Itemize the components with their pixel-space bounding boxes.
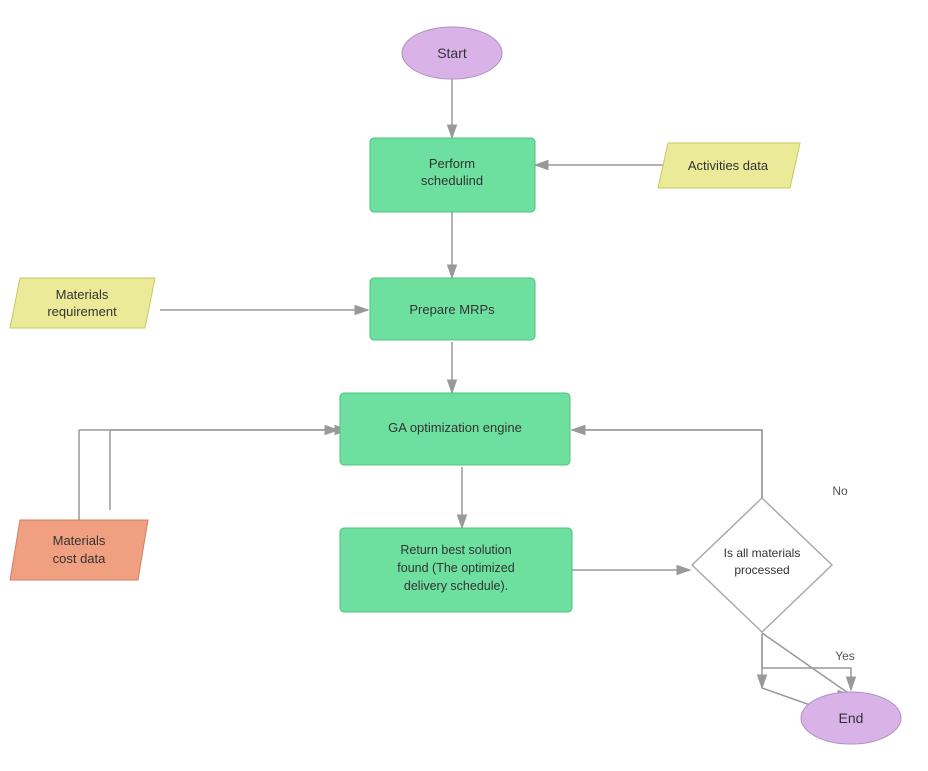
return-best-label1: Return best solution [400, 543, 511, 557]
materials-cost-label1: Materials [53, 533, 106, 548]
materials-req-label1: Materials [56, 287, 109, 302]
perform-scheduling-label2: schedulind [421, 173, 483, 188]
flowchart-diagram: Start Perform schedulind Activities data… [0, 0, 928, 771]
return-best-label2: found (The optimized [397, 561, 514, 575]
yes-label: Yes [835, 649, 855, 663]
materials-cost-label2: cost data [53, 551, 107, 566]
ga-engine-label: GA optimization engine [388, 420, 522, 435]
materials-req-label2: requirement [47, 304, 117, 319]
yes-arrow-to-end [762, 668, 851, 690]
no-label: No [832, 484, 848, 498]
activities-data-label: Activities data [688, 158, 769, 173]
diamond-label2: processed [734, 563, 789, 577]
materials-req-node [10, 278, 155, 328]
end-label: End [839, 710, 864, 726]
perform-scheduling-label: Perform [429, 156, 475, 171]
diamond-label1: Is all materials [724, 546, 801, 560]
prepare-mrps-label: Prepare MRPs [409, 302, 495, 317]
arrow-cost-to-ga [110, 430, 348, 510]
arrow-no-to-ga [572, 430, 762, 500]
materials-cost-node [10, 520, 148, 580]
return-best-label3: delivery schedule). [404, 579, 508, 593]
arrow-diamond-end-part1 [762, 633, 851, 695]
start-label: Start [437, 45, 467, 61]
